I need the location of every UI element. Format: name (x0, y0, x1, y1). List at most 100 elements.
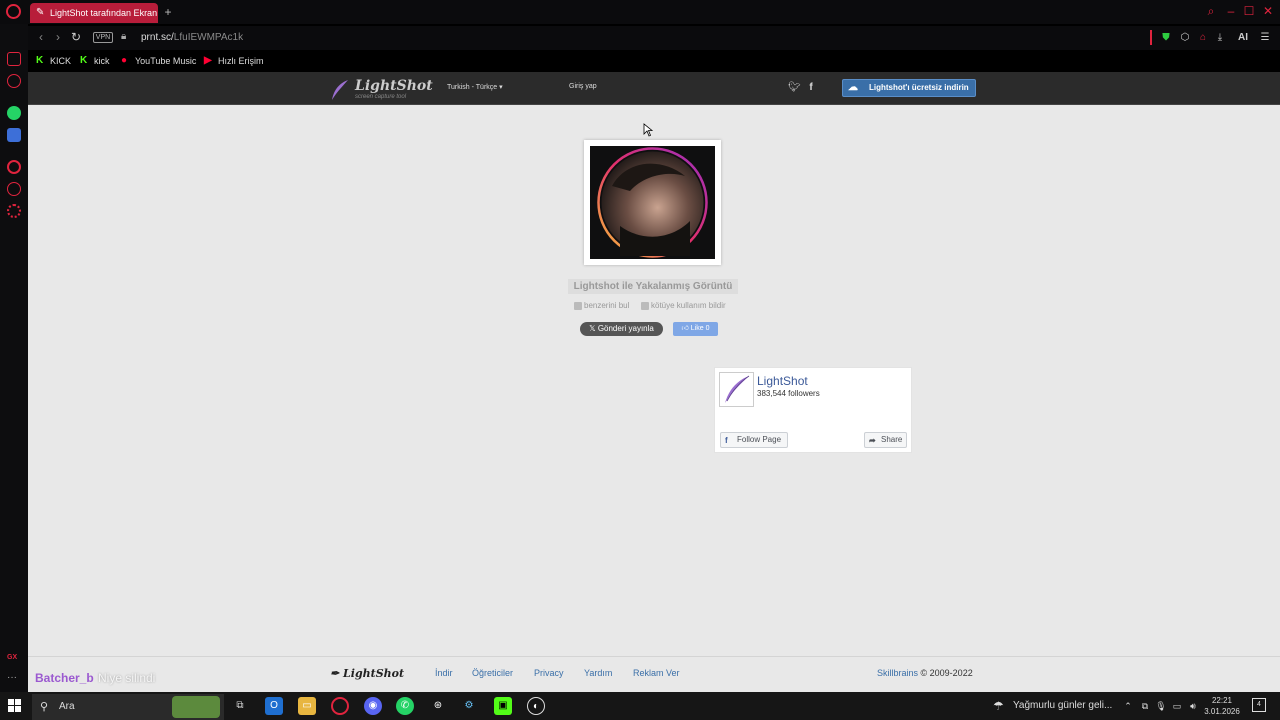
discord-icon[interactable]: ◉ (364, 697, 382, 715)
minimize-icon[interactable]: – (1224, 4, 1238, 18)
language-select[interactable]: Turkish - Türkçe ▾ (447, 83, 503, 91)
follow-label: Follow Page (737, 435, 782, 444)
bookmark-youtube-music[interactable]: ● YouTube Music (121, 54, 196, 68)
copyright-years: © 2009-2022 (920, 668, 973, 678)
download-button[interactable]: ☁ Lightshot'ı ücretsiz indirin (842, 79, 976, 97)
profile-photo (590, 146, 715, 259)
bookmark-label: kick (94, 56, 110, 66)
network-icon[interactable]: ▭ (1171, 700, 1183, 712)
follow-page-button[interactable]: f Follow Page (720, 432, 788, 448)
new-tab-button[interactable]: + (162, 5, 174, 19)
bookmark-quick-access[interactable]: ▶ Hızlı Erişim (204, 54, 264, 68)
windows-start-icon[interactable] (8, 699, 22, 713)
skillbrains-link[interactable]: Skillbrains (877, 668, 918, 678)
search-icon: ⚲ (40, 701, 49, 713)
gx-icon[interactable]: GX (7, 654, 21, 668)
forward-icon[interactable]: › (51, 30, 65, 44)
footer-link-download[interactable]: İndir (435, 668, 453, 678)
music-icon[interactable] (7, 160, 21, 174)
extensions-icon[interactable]: ⬡ (1178, 31, 1192, 45)
footer-logo[interactable]: ✒ LightShot (330, 667, 404, 680)
login-link[interactable]: Giriş yap (569, 83, 597, 90)
microphone-icon[interactable]: 🎙︎ (1155, 700, 1167, 712)
settings-icon[interactable] (7, 204, 21, 218)
whatsapp-icon[interactable] (7, 106, 21, 120)
notification-center-icon[interactable]: 4 (1252, 698, 1266, 712)
like-label: Like 0 (690, 325, 710, 332)
find-similar-link[interactable]: benzerini bul (574, 301, 629, 311)
screenshot-frame[interactable] (584, 140, 721, 265)
taskbar-search[interactable]: ⚲ Ara (32, 694, 224, 720)
chat-username: Batcher_b (35, 671, 94, 685)
mouse-cursor-icon (643, 123, 653, 137)
download-icon[interactable]: ⤓ (1213, 31, 1227, 45)
url-field[interactable]: prnt.sc/LfuIEWMPAc1k (141, 31, 243, 45)
footer-logo-label: LightShot (343, 667, 405, 680)
history-icon[interactable] (7, 182, 21, 196)
footer-link-tutorials[interactable]: Öğreticiler (472, 668, 513, 678)
clock-time: 22:21 (1211, 696, 1233, 705)
post-on-x-button[interactable]: 𝕏 Gönderi yayınla (580, 322, 663, 336)
ai-button[interactable]: AI (1232, 31, 1254, 45)
tab-title: LightShot tarafından Ekran (50, 8, 158, 18)
outlook-icon[interactable]: O (265, 697, 283, 715)
screenshot-image[interactable] (590, 146, 715, 259)
wallet-icon[interactable]: ⌂ (1196, 31, 1210, 45)
opera-logo-icon[interactable] (6, 4, 21, 19)
facebook-icon[interactable]: f (805, 82, 817, 94)
facebook-icon: f (725, 436, 728, 445)
kick-app-icon[interactable]: ▣ (494, 697, 512, 715)
thumbs-up-icon: 👍︎ (681, 325, 691, 332)
feather-icon (725, 375, 750, 403)
steam-icon[interactable]: ⚙ (460, 697, 478, 715)
page-avatar[interactable] (719, 372, 754, 407)
bookmark-label: YouTube Music (135, 56, 197, 66)
bookmark-kick-2[interactable]: Kkick (80, 54, 110, 68)
reload-icon[interactable]: ↻ (69, 30, 83, 44)
share-button[interactable]: ➦ Share (864, 432, 907, 448)
whatsapp-icon[interactable]: ✆ (396, 697, 414, 715)
bookmark-kick-1[interactable]: K KICK (36, 54, 71, 68)
image-search-icon (574, 302, 582, 310)
report-abuse-link[interactable]: kötüye kullanım bildir (641, 301, 726, 311)
footer-link-advertise[interactable]: Reklam Ver (633, 668, 680, 678)
find-similar-label: benzerini bul (584, 301, 630, 310)
weather-widget[interactable]: ☂ Yağmurlu günler geli... (993, 698, 1113, 714)
tab-lightshot[interactable]: ✎ LightShot tarafından Ekran (30, 3, 158, 23)
social-icon[interactable] (7, 74, 21, 88)
translate-icon[interactable] (7, 128, 21, 142)
chrome-icon[interactable]: ◐ (527, 697, 545, 715)
obs-icon[interactable]: ⊛ (429, 697, 447, 715)
back-icon[interactable]: ‹ (34, 30, 48, 44)
flag-icon (641, 302, 649, 310)
close-icon[interactable]: ✕ (1261, 4, 1275, 18)
chevron-up-icon[interactable]: ⌃ (1122, 700, 1134, 712)
volume-icon[interactable]: 🔊︎ (1187, 700, 1199, 712)
search-tabs-icon[interactable]: ⌕ (1204, 4, 1218, 18)
share-icon: ➦ (869, 436, 876, 445)
kick-icon: K (80, 55, 88, 66)
more-icon[interactable]: ··· (7, 672, 21, 686)
facebook-like-button[interactable]: 👍︎ Like 0 (673, 322, 718, 336)
task-view-icon[interactable]: ⧉ (231, 697, 249, 715)
lock-icon[interactable]: 🔒︎ (121, 30, 133, 44)
search-placeholder: Ara (59, 701, 75, 712)
sidebar: GX ··· (0, 24, 28, 692)
url-path: LfuIEWMPAc1k (173, 32, 244, 43)
file-explorer-icon[interactable]: ▭ (298, 697, 316, 715)
footer-link-help[interactable]: Yardım (584, 668, 612, 678)
vpn-badge[interactable]: VPN (93, 32, 113, 43)
taskbar-clock[interactable]: 22:21 3.01.2026 (1202, 695, 1242, 717)
footer-link-privacy[interactable]: Privacy (534, 668, 564, 678)
feather-icon: ✒ (330, 667, 344, 680)
messenger-icon[interactable] (7, 52, 21, 66)
adblock-shield-icon[interactable]: ⛊ (1159, 31, 1173, 45)
opera-gx-icon[interactable] (331, 697, 349, 715)
menu-icon[interactable]: ☰ (1258, 31, 1272, 45)
twitter-icon[interactable]: 🐦︎ (788, 82, 801, 94)
maximize-icon[interactable]: ☐ (1242, 4, 1256, 18)
page-name[interactable]: LightShot (757, 374, 808, 388)
download-label: Lightshot'ı ücretsiz indirin (869, 83, 969, 92)
lightshot-logo[interactable]: LightShot screen capture tool (330, 77, 433, 103)
device-icon[interactable]: ⧉ (1139, 700, 1151, 712)
